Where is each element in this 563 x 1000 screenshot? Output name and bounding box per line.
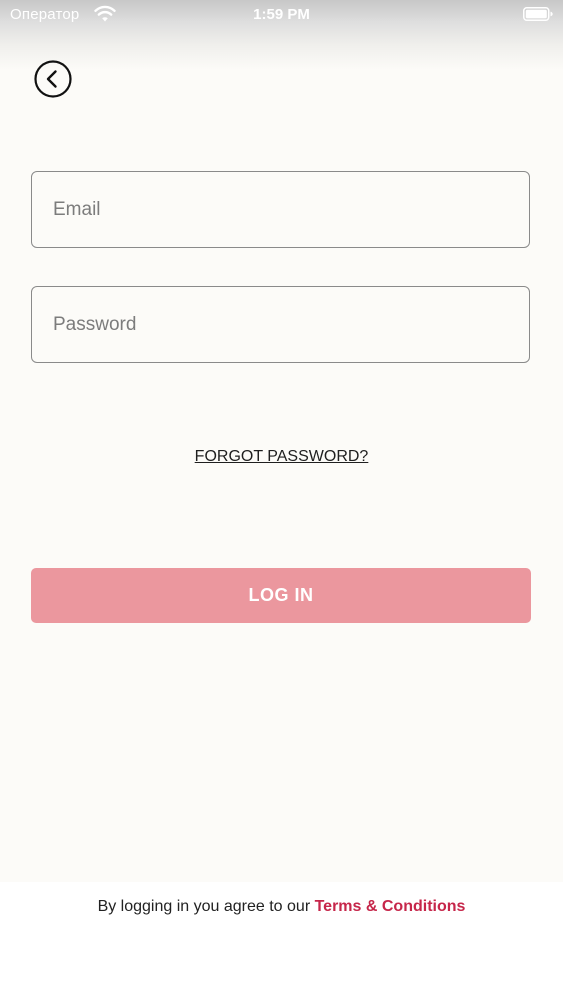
email-input[interactable] [32, 172, 529, 247]
footer: By logging in you agree to our Terms & C… [0, 882, 563, 1000]
login-button[interactable]: LOG IN [31, 568, 531, 623]
password-input[interactable] [32, 287, 529, 362]
email-field-container [31, 171, 530, 248]
terms-prefix-text: By logging in you agree to our [97, 898, 315, 915]
back-button[interactable] [34, 60, 72, 98]
terms-conditions-link[interactable]: Terms & Conditions [315, 898, 466, 915]
status-time: 1:59 PM [253, 6, 310, 23]
battery-icon [523, 7, 553, 21]
status-bar: Оператор 1:59 PM [0, 0, 563, 70]
terms-notice: By logging in you agree to our Terms & C… [0, 898, 563, 916]
password-field-container [31, 286, 530, 363]
forgot-password-link[interactable]: FORGOT PASSWORD? [195, 448, 369, 465]
chevron-left-icon [34, 60, 72, 98]
forgot-password-row: FORGOT PASSWORD? [0, 448, 563, 466]
